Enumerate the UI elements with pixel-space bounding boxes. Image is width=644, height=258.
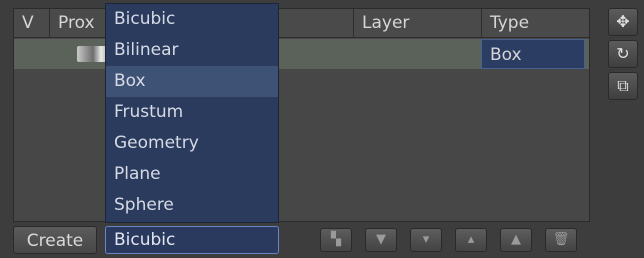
- arrow-up-icon[interactable]: ▴: [455, 228, 487, 252]
- scale-icon[interactable]: ⧉: [608, 72, 638, 100]
- object-list-panel: V Prox Layer Type Box: [13, 8, 590, 222]
- side-toolbar: ✥ ↻ ⧉: [608, 8, 640, 104]
- trash-icon[interactable]: 🗑: [545, 228, 577, 252]
- rotate-icon[interactable]: ↻: [608, 40, 638, 68]
- table-row[interactable]: Box: [14, 39, 589, 69]
- move-down-icon[interactable]: ▼: [365, 228, 397, 252]
- dropdown-option-box[interactable]: Box: [106, 66, 278, 97]
- dropdown-option-bicubic[interactable]: Bicubic: [106, 4, 278, 35]
- dropdown-option-frustum[interactable]: Frustum: [106, 97, 278, 128]
- dropdown-option-sphere[interactable]: Sphere: [106, 190, 278, 221]
- type-combo[interactable]: Bicubic: [105, 226, 279, 254]
- dropdown-option-geometry[interactable]: Geometry: [106, 128, 278, 159]
- table-header: V Prox Layer Type: [14, 9, 589, 38]
- arrow-down-icon[interactable]: ▾: [410, 228, 442, 252]
- type-dropdown-list[interactable]: Bicubic Bilinear Box Frustum Geometry Pl…: [105, 3, 279, 223]
- move-icon[interactable]: ✥: [608, 8, 638, 36]
- row-type-cell[interactable]: Box: [481, 39, 585, 69]
- column-v[interactable]: V: [14, 9, 50, 37]
- move-top-icon[interactable]: ▲: [500, 228, 532, 252]
- copy-icon[interactable]: ▚: [320, 228, 352, 252]
- dropdown-option-plane[interactable]: Plane: [106, 159, 278, 190]
- create-button[interactable]: Create: [13, 226, 97, 254]
- bottom-toolbar: Create Bicubic ▚ ▼ ▾ ▴ ▲ 🗑: [13, 226, 588, 256]
- column-layer[interactable]: Layer: [354, 9, 482, 37]
- column-type[interactable]: Type: [482, 9, 587, 37]
- dropdown-option-bilinear[interactable]: Bilinear: [106, 35, 278, 66]
